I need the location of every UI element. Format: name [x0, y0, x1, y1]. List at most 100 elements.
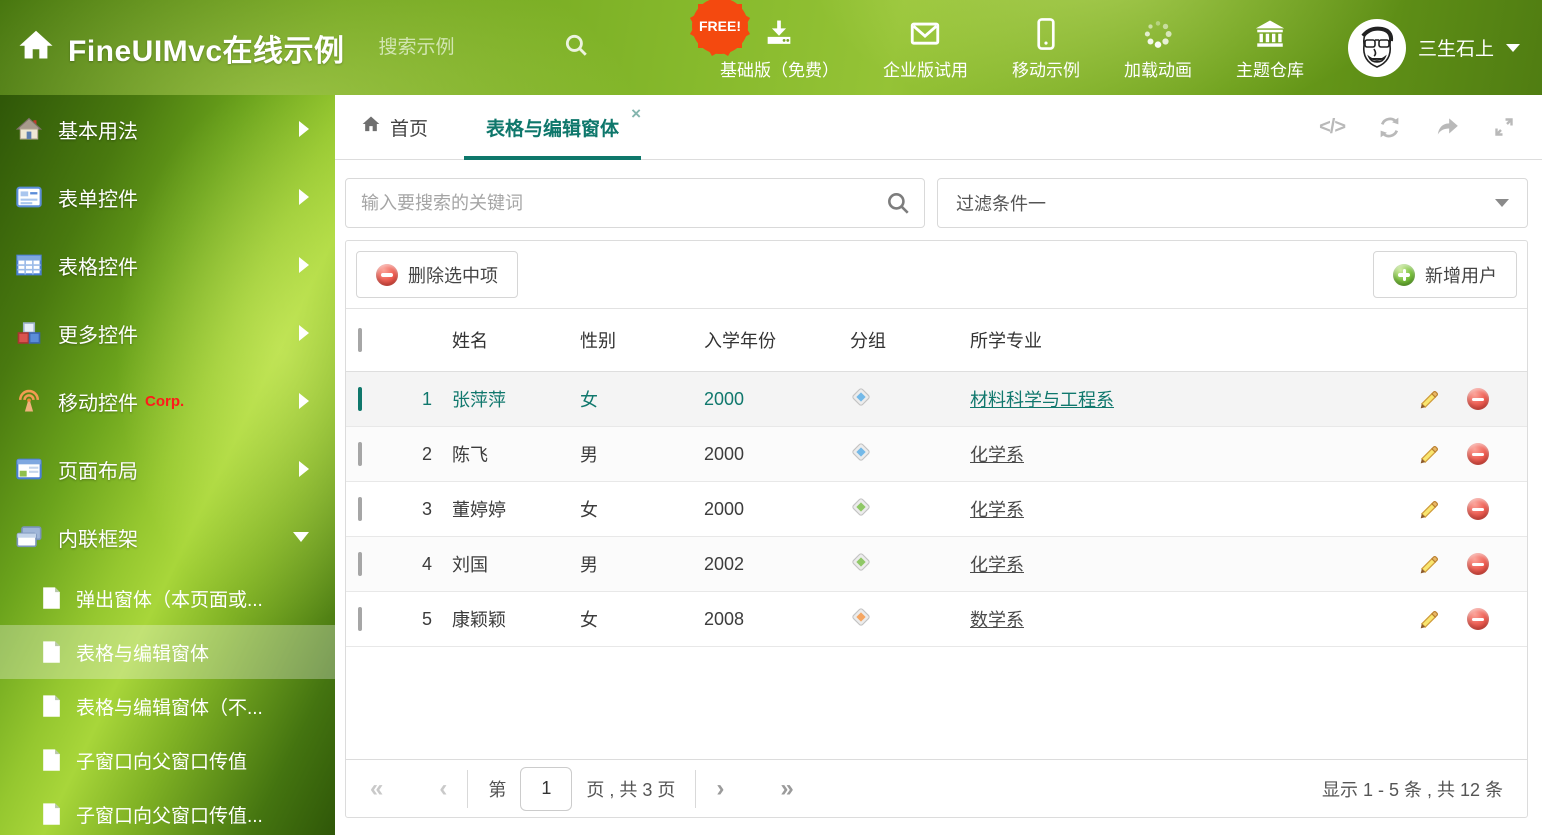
forward-icon[interactable]	[1434, 114, 1460, 140]
home-icon	[361, 114, 381, 140]
chevron-right-icon	[299, 121, 309, 137]
delete-row-icon[interactable]	[1467, 498, 1489, 520]
major-link[interactable]: 数学系	[970, 610, 1024, 630]
table-row: 2 陈飞 男 2000 化学系	[346, 427, 1527, 482]
delete-selected-button[interactable]: 删除选中项	[356, 251, 518, 298]
first-page-button[interactable]: «	[370, 777, 383, 801]
filter-row: 过滤条件一	[335, 160, 1542, 228]
table-row: 3 董婷婷 女 2000 化学系	[346, 482, 1527, 537]
page-label-after: 页 , 共 3 页	[586, 776, 675, 802]
page-icon	[42, 587, 61, 609]
cell-gender: 女	[568, 386, 692, 412]
column-header-group[interactable]: 分组	[838, 327, 958, 353]
row-index: 4	[400, 554, 440, 575]
sidebar-subitem-grid-edit-window-2[interactable]: 表格与编辑窗体（不...	[0, 679, 335, 733]
filter-dropdown[interactable]: 过滤条件一	[937, 178, 1528, 228]
sidebar-subitem-child-to-parent[interactable]: 子窗口向父窗口传值	[0, 733, 335, 787]
edit-pencil-icon[interactable]	[1418, 553, 1441, 576]
edit-pencil-icon[interactable]	[1418, 443, 1441, 466]
record-count-info: 显示 1 - 5 条 , 共 12 条	[1322, 776, 1503, 802]
next-page-button[interactable]: ›	[716, 777, 724, 801]
sidebar-subitem-popup-window[interactable]: 弹出窗体（本页面或...	[0, 571, 335, 625]
refresh-icon[interactable]	[1377, 115, 1402, 140]
data-grid: 姓名 性别 入学年份 分组 所学专业 1 张萍萍 女 2000 材料科学与工程系	[346, 309, 1527, 647]
tag-icon	[838, 386, 958, 413]
nav-theme-repo[interactable]: 主题仓库	[1236, 15, 1304, 81]
download-icon	[762, 15, 796, 51]
major-link[interactable]: 化学系	[970, 445, 1024, 465]
tag-icon	[838, 441, 958, 468]
sidebar-item-form-controls[interactable]: 表单控件	[0, 163, 335, 231]
sidebar-item-page-layout[interactable]: 页面布局	[0, 435, 335, 503]
edit-pencil-icon[interactable]	[1418, 498, 1441, 521]
row-checkbox[interactable]	[358, 552, 362, 576]
column-header-gender[interactable]: 性别	[568, 327, 692, 353]
nav-loading-animation[interactable]: 加载动画	[1124, 15, 1192, 81]
major-link[interactable]: 化学系	[970, 555, 1024, 575]
search-icon[interactable]	[537, 32, 589, 63]
table-icon	[14, 250, 44, 280]
row-checkbox[interactable]	[358, 607, 362, 631]
chevron-right-icon	[299, 257, 309, 273]
chevron-down-icon	[1506, 44, 1520, 52]
header-search-input[interactable]	[379, 37, 537, 59]
edit-pencil-icon[interactable]	[1418, 608, 1441, 631]
code-icon[interactable]: </>	[1319, 116, 1345, 139]
corp-badge: Corp.	[145, 393, 184, 410]
delete-row-icon[interactable]	[1467, 388, 1489, 410]
layout-icon	[14, 454, 44, 484]
page-icon	[42, 749, 61, 771]
search-icon[interactable]	[885, 190, 911, 221]
tab-home[interactable]: 首页	[347, 95, 442, 159]
delete-row-icon[interactable]	[1467, 443, 1489, 465]
page-number-input[interactable]	[520, 767, 572, 811]
tab-grid-edit-window[interactable]: 表格与编辑窗体 ×	[464, 95, 641, 159]
major-link[interactable]: 化学系	[970, 500, 1024, 520]
search-input[interactable]	[345, 178, 925, 228]
prev-page-button[interactable]: ‹	[439, 777, 447, 801]
row-checkbox[interactable]	[358, 497, 362, 521]
cell-year: 2000	[692, 444, 838, 465]
row-checkbox[interactable]	[358, 442, 362, 466]
delete-row-icon[interactable]	[1467, 608, 1489, 630]
column-header-major[interactable]: 所学专业	[958, 327, 1403, 353]
home-icon	[14, 114, 44, 144]
user-menu[interactable]: 三生石上	[1348, 19, 1520, 77]
row-index: 1	[400, 389, 440, 410]
sidebar-subitem-grid-edit-window[interactable]: 表格与编辑窗体	[0, 625, 335, 679]
sidebar-item-more-controls[interactable]: 更多控件	[0, 299, 335, 367]
chevron-right-icon	[299, 189, 309, 205]
nav-enterprise-trial[interactable]: 企业版试用	[883, 15, 968, 81]
edit-pencil-icon[interactable]	[1418, 388, 1441, 411]
main-content: 首页 表格与编辑窗体 × </>	[335, 95, 1542, 835]
last-page-button[interactable]: »	[780, 777, 793, 801]
column-header-year[interactable]: 入学年份	[692, 327, 838, 353]
sidebar-item-iframe[interactable]: 内联框架	[0, 503, 335, 571]
pagination-bar: « ‹ 第 页 , 共 3 页 › » 显示 1 - 5 条 , 共 12 条	[346, 759, 1527, 817]
sidebar-item-grid-controls[interactable]: 表格控件	[0, 231, 335, 299]
tag-icon	[838, 606, 958, 633]
add-user-button[interactable]: 新增用户	[1373, 251, 1517, 298]
close-icon[interactable]: ×	[631, 104, 641, 124]
tag-icon	[838, 551, 958, 578]
select-all-checkbox[interactable]	[358, 328, 362, 352]
row-index: 3	[400, 499, 440, 520]
nav-mobile-demo[interactable]: 移动示例	[1012, 15, 1080, 81]
page-label-before: 第	[488, 776, 506, 802]
sidebar-item-mobile-controls[interactable]: 移动控件 Corp.	[0, 367, 335, 435]
page-icon	[42, 803, 61, 825]
sidebar-subitem-child-to-parent-2[interactable]: 子窗口向父窗口传值...	[0, 787, 335, 835]
minus-circle-icon	[376, 264, 398, 286]
delete-row-icon[interactable]	[1467, 553, 1489, 575]
cell-year: 2002	[692, 554, 838, 575]
expand-icon[interactable]	[1492, 115, 1516, 139]
row-checkbox[interactable]	[358, 387, 362, 411]
sidebar-item-basic-usage[interactable]: 基本用法	[0, 95, 335, 163]
column-header-name[interactable]: 姓名	[440, 327, 568, 353]
phone-icon	[1031, 15, 1061, 51]
major-link[interactable]: 材料科学与工程系	[970, 390, 1114, 410]
envelope-icon	[908, 15, 942, 51]
bank-icon	[1253, 15, 1287, 51]
app-logo[interactable]: FineUIMvc在线示例	[0, 26, 345, 70]
chevron-right-icon	[299, 325, 309, 341]
